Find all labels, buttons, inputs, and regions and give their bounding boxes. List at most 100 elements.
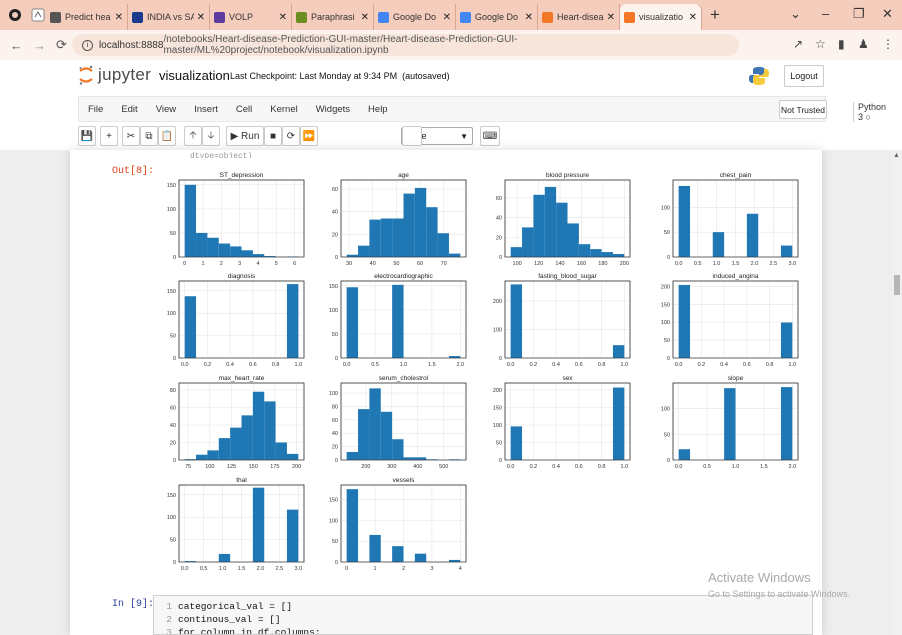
x-tick-label: 1 xyxy=(201,261,204,267)
x-tick-label: 0.6 xyxy=(575,362,583,368)
plot-frame xyxy=(672,280,799,359)
y-tick-label: 20 xyxy=(496,235,502,241)
x-tick-label: 180 xyxy=(598,261,607,267)
y-tick-label: 0 xyxy=(173,255,176,261)
y-tick-label: 100 xyxy=(329,518,338,524)
histogram-bar xyxy=(218,553,231,562)
histogram-bar xyxy=(358,409,370,460)
plot-title: vessels xyxy=(393,477,415,484)
histogram-bar xyxy=(392,546,404,562)
x-tick-label: 0.0 xyxy=(507,362,515,368)
x-tick-label: 2 xyxy=(220,261,223,267)
histogram-bar xyxy=(230,246,242,257)
y-tick-label: 0 xyxy=(173,560,176,566)
y-tick-label: 0 xyxy=(499,255,502,261)
histogram-bar xyxy=(712,232,725,257)
x-tick-label: 1.5 xyxy=(760,464,768,470)
x-tick-label: 100 xyxy=(513,261,522,267)
code-line: categorical_val = [] xyxy=(178,601,293,612)
histogram-thal: 0.0 0.5 1.0 1.5 2.0 2.5 3.0 0 50 100 150 thal xyxy=(167,477,305,572)
x-tick-label: 40 xyxy=(370,261,376,267)
histogram-bar xyxy=(275,442,287,460)
histogram-bar xyxy=(590,249,602,257)
y-tick-label: 100 xyxy=(661,205,670,211)
histogram-slope: 0.0 0.5 1.0 1.5 2.0 0 50 100 slope xyxy=(661,375,799,470)
x-tick-label: 0 xyxy=(345,566,348,572)
histogram-bar xyxy=(612,345,625,358)
y-tick-label: 0 xyxy=(499,356,502,362)
plot-frame xyxy=(178,280,305,359)
x-tick-label: 200 xyxy=(620,261,629,267)
histogram-vessels: 0 1 2 3 4 0 50 100 150 vessels xyxy=(329,477,467,572)
x-tick-label: 3 xyxy=(430,566,433,572)
histogram-bar xyxy=(241,415,253,460)
histogram-electrocardiographic: 0.0 0.5 1.0 1.5 2.0 0 50 100 150 electrocardiogra… xyxy=(329,273,467,368)
histogram-bar xyxy=(184,296,197,358)
x-tick-label: 0.2 xyxy=(530,464,538,470)
plot-title: thal xyxy=(236,477,247,484)
code-editor[interactable]: categorical_val = [] continous_val = [] fo… xyxy=(178,600,321,635)
histogram-bar xyxy=(392,284,404,358)
y-tick-label: 100 xyxy=(661,320,670,326)
x-tick-label: 400 xyxy=(413,464,422,470)
x-tick-label: 0.6 xyxy=(249,362,257,368)
code-cell[interactable]: 1 2 3 categorical_val = [] continous_val = … xyxy=(153,595,813,635)
x-tick-label: 0.4 xyxy=(226,362,234,368)
line-number: 1 xyxy=(166,601,172,612)
x-tick-label: 300 xyxy=(387,464,396,470)
plot-title: electrocardiographic xyxy=(374,273,433,280)
code-line: for column in df.columns: xyxy=(178,627,321,635)
code-line: continous_val = [] xyxy=(178,614,281,625)
histogram-bar xyxy=(414,457,427,460)
histogram-bar xyxy=(510,247,523,257)
x-tick-label: 2.5 xyxy=(276,566,284,572)
y-tick-label: 100 xyxy=(167,311,176,317)
x-tick-label: 6 xyxy=(293,261,296,267)
x-tick-label: 1.0 xyxy=(620,464,628,470)
x-tick-label: 0.0 xyxy=(675,362,683,368)
y-tick-label: 60 xyxy=(170,406,176,412)
histogram-bar xyxy=(567,223,579,257)
y-tick-label: 50 xyxy=(496,441,502,447)
histogram-bar xyxy=(196,232,208,257)
histogram-bar xyxy=(780,322,793,358)
histogram-bar xyxy=(369,534,381,562)
activate-windows-watermark: Activate Windows Go to Settings to activ… xyxy=(708,570,850,599)
histogram-bar xyxy=(780,245,793,257)
x-tick-label: 0.4 xyxy=(552,362,560,368)
histogram-bar xyxy=(414,187,427,257)
y-tick-label: 50 xyxy=(170,231,176,237)
histogram-age: 30 40 50 60 70 0 20 40 60 age xyxy=(332,172,467,267)
histogram-grid: 0 1 2 3 4 5 6050100150ST_depression30 40 50 60 700… xyxy=(167,172,799,572)
histogram-bar xyxy=(556,202,568,257)
x-tick-label: 0.0 xyxy=(181,362,189,368)
histogram-bar xyxy=(184,184,197,257)
x-tick-label: 0.8 xyxy=(272,362,280,368)
histogram-bar xyxy=(218,438,231,460)
plot-title: fasting_blood_sugar xyxy=(538,273,597,280)
histogram-serum-cholestrol: 200 300 400 500 0 20 40 60 80 100 serum_cholestrol xyxy=(329,375,467,470)
histogram-bar xyxy=(380,218,393,257)
plot-title: chest_pain xyxy=(720,172,752,179)
x-tick-label: 0.0 xyxy=(181,566,189,572)
x-tick-label: 0.4 xyxy=(720,362,728,368)
x-tick-label: 175 xyxy=(270,464,279,470)
y-tick-label: 50 xyxy=(664,338,670,344)
y-tick-label: 0 xyxy=(667,356,670,362)
x-tick-label: 4 xyxy=(256,261,259,267)
y-tick-label: 20 xyxy=(170,441,176,447)
x-tick-label: 0.6 xyxy=(575,464,583,470)
x-tick-label: 0.8 xyxy=(598,362,606,368)
histogram-fasting-blood-sugar: 0.0 0.2 0.4 0.6 0.8 1.0 0 100 200 fasting_blood_s… xyxy=(493,273,631,368)
histogram-bar xyxy=(678,185,691,257)
histogram-bar xyxy=(369,388,381,460)
x-tick-label: 1.0 xyxy=(400,362,408,368)
x-tick-label: 50 xyxy=(393,261,399,267)
x-tick-label: 60 xyxy=(417,261,423,267)
y-tick-label: 0 xyxy=(667,458,670,464)
x-tick-label: 1.0 xyxy=(294,362,302,368)
histogram-bar xyxy=(510,426,523,460)
histogram-bar xyxy=(286,509,299,562)
x-tick-label: 1.0 xyxy=(620,362,628,368)
x-tick-label: 0.8 xyxy=(598,464,606,470)
